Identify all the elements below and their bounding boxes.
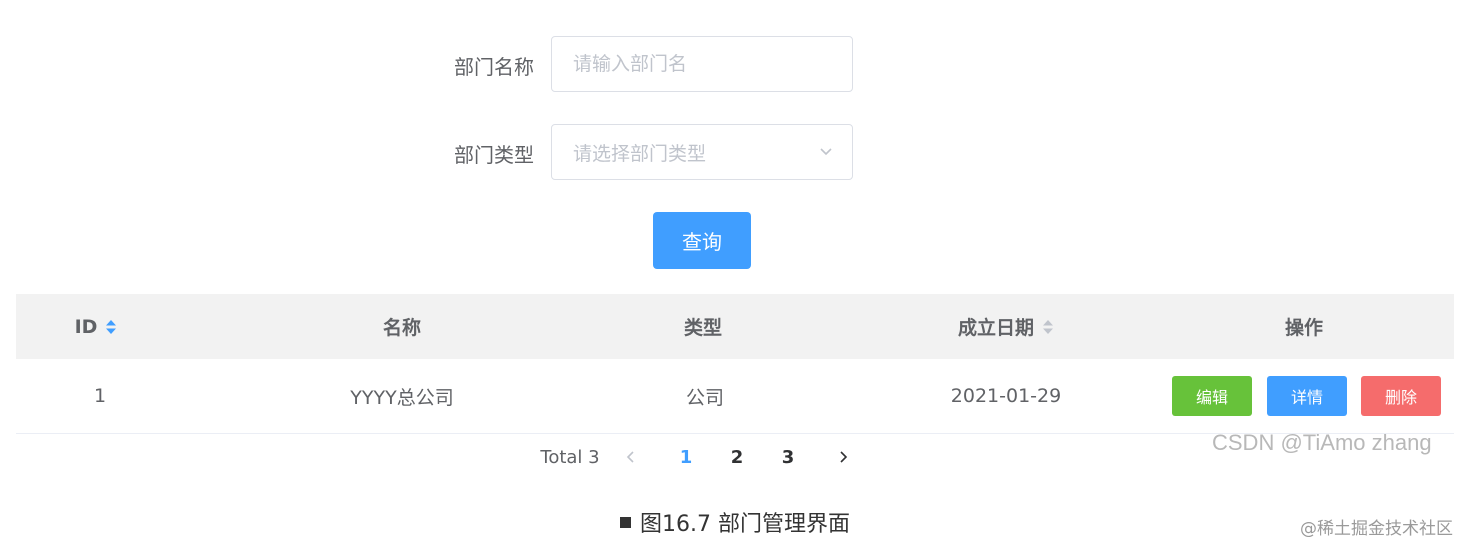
dept-type-label: 部门类型: [454, 142, 534, 167]
next-page-button[interactable]: [832, 440, 854, 474]
query-button[interactable]: 查询: [653, 212, 751, 269]
chevron-right-icon: [840, 451, 848, 463]
column-header-date[interactable]: 成立日期: [916, 294, 1096, 359]
chevron-down-icon: [820, 148, 832, 156]
chevron-left-icon: [626, 451, 634, 463]
caption-text: 图16.7 部门管理界面: [640, 512, 850, 537]
column-header-type: 类型: [683, 317, 722, 339]
sort-icon[interactable]: [1042, 319, 1054, 335]
csdn-watermark: CSDN @TiAmo zhang: [1212, 430, 1432, 455]
table-row: 1 YYYY总公司 公司 2021-01-29 编辑 详情 删除: [16, 359, 1454, 434]
cell-type: 公司: [685, 386, 724, 409]
edit-button[interactable]: 编辑: [1172, 376, 1252, 416]
column-header-id-label: ID: [74, 315, 98, 338]
juejin-watermark: @稀土掘金技术社区: [1300, 519, 1453, 539]
column-header-date-label: 成立日期: [957, 317, 1034, 339]
page-3-button[interactable]: 3: [776, 440, 800, 474]
prev-page-button[interactable]: [620, 440, 642, 474]
cell-id: 1: [93, 385, 107, 407]
delete-button[interactable]: 删除: [1361, 376, 1441, 416]
cell-date: 2021-01-29: [950, 385, 1062, 407]
dept-name-field[interactable]: [551, 36, 853, 92]
pagination-total: Total 3: [540, 446, 600, 468]
column-header-id[interactable]: ID: [46, 294, 146, 359]
dept-type-placeholder: 请选择部门类型: [573, 142, 707, 165]
caption-bullet-icon: [620, 516, 631, 528]
dept-type-select[interactable]: 请选择部门类型: [551, 124, 853, 180]
dept-name-label: 部门名称: [454, 54, 534, 79]
dept-name-input[interactable]: [552, 53, 813, 75]
table-header: ID 名称 类型 成立日期 操作: [16, 294, 1454, 359]
page-1-button[interactable]: 1: [674, 440, 698, 474]
page-2-button[interactable]: 2: [725, 440, 749, 474]
cell-name: YYYY总公司: [350, 386, 454, 409]
figure-caption: 图16.7 部门管理界面: [620, 506, 850, 538]
sort-icon[interactable]: [105, 319, 117, 335]
detail-button[interactable]: 详情: [1267, 376, 1347, 416]
column-header-actions: 操作: [1284, 317, 1323, 339]
column-header-name: 名称: [382, 317, 421, 339]
